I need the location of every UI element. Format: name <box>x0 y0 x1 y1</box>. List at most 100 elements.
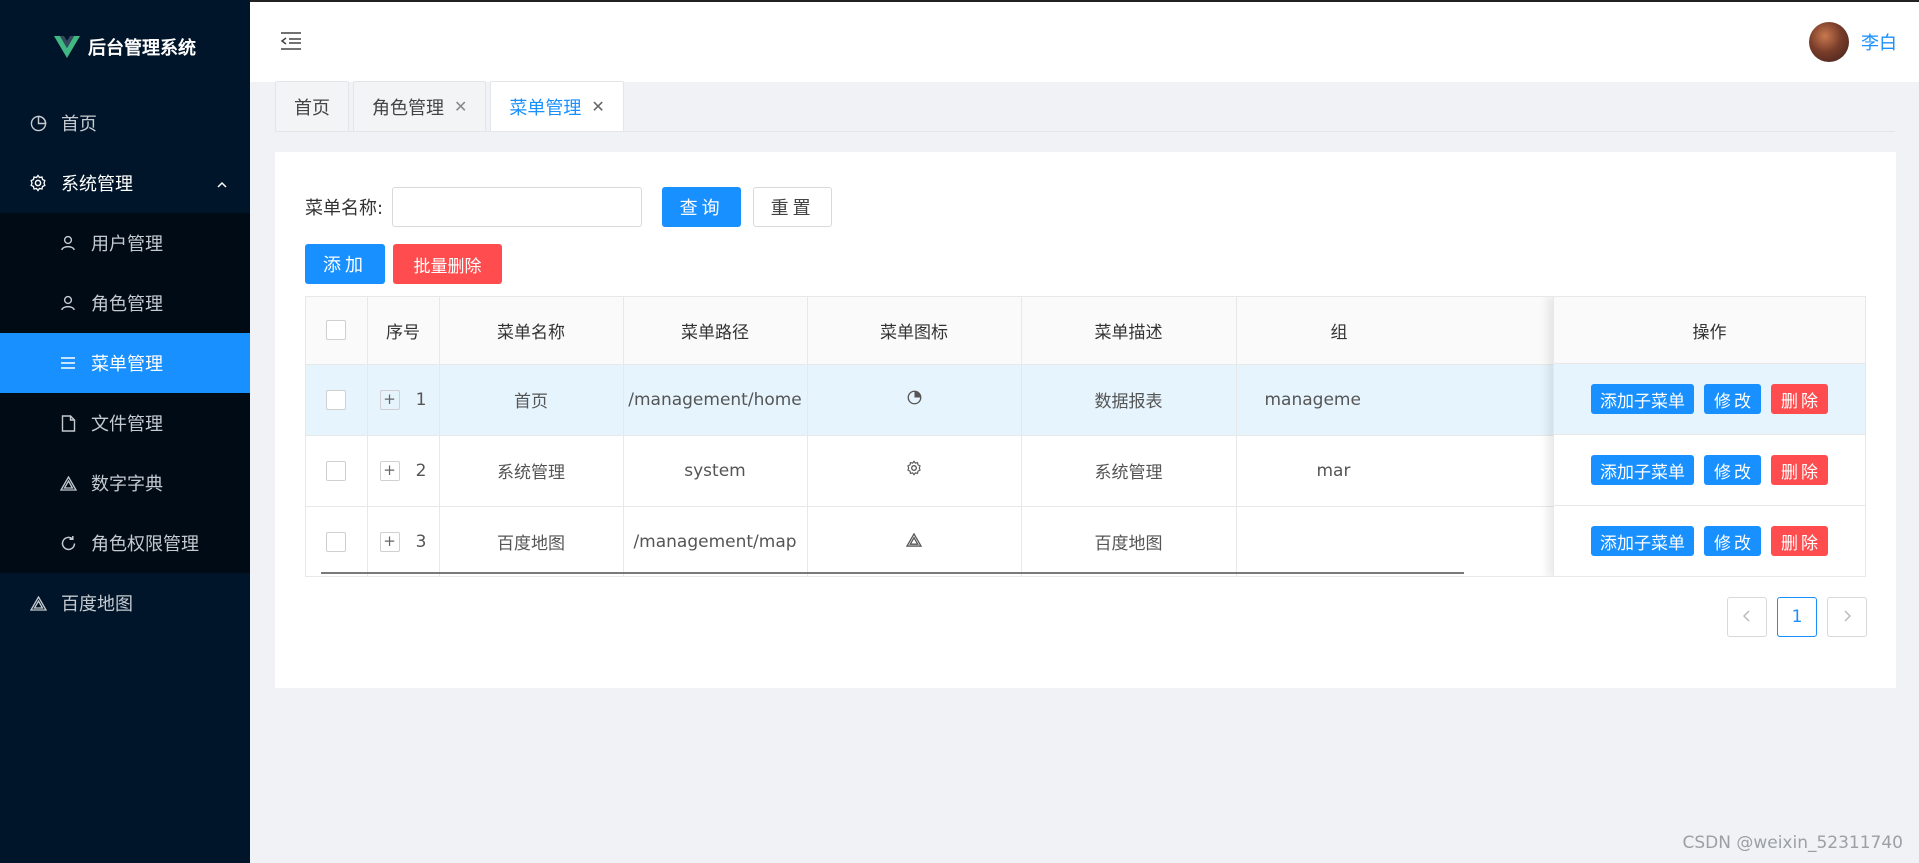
menu-icon <box>59 354 77 372</box>
menu-desc-cell: 数据报表 <box>1021 364 1237 436</box>
next-page-button[interactable] <box>1827 597 1867 637</box>
group-cell: mar <box>1236 435 1577 507</box>
row-actions: 添加子菜单 修改 删除 <box>1554 506 1865 576</box>
sidebar-item-label: 数字字典 <box>91 474 163 495</box>
username[interactable]: 李白 <box>1861 29 1897 55</box>
submenu-system: 用户管理 角色管理 菜单管理 文件管理 数字字典 角色权限管理 <box>0 213 250 573</box>
delete-button[interactable]: 删除 <box>1771 526 1828 556</box>
refresh-icon <box>59 534 77 552</box>
menu-name-cell: 首页 <box>439 364 624 436</box>
actions-column: 操作 添加子菜单 修改 删除 添加子菜单 修改 删除 添加子菜单 修改 删除 <box>1553 297 1865 576</box>
edit-button[interactable]: 修改 <box>1704 455 1761 485</box>
sidebar-item-baidu-map[interactable]: 百度地图 <box>0 573 250 633</box>
add-button[interactable]: 添加 <box>305 244 385 284</box>
table-row: +1 首页 /management/home 数据报表 manageme <box>306 364 1577 436</box>
column-header: 菜单图标 <box>807 297 1022 365</box>
search-label: 菜单名称: <box>305 198 384 219</box>
user-icon <box>59 234 77 252</box>
select-all-cell <box>306 297 368 365</box>
delete-button[interactable]: 删除 <box>1771 455 1828 485</box>
user-menu[interactable]: 李白 <box>1809 22 1897 62</box>
sidebar-item-label: 文件管理 <box>91 414 163 435</box>
expand-row-icon[interactable]: + <box>379 531 400 552</box>
avatar[interactable] <box>1809 22 1849 62</box>
row-actions: 添加子菜单 修改 删除 <box>1554 364 1865 435</box>
tab-home[interactable]: 首页 <box>275 81 349 131</box>
sidebar-item-label: 角色权限管理 <box>91 534 199 555</box>
row-checkbox[interactable] <box>326 531 347 552</box>
tab-roles[interactable]: 角色管理 ✕ <box>353 81 487 131</box>
column-header: 序号 <box>367 297 440 365</box>
sidebar-item-label: 首页 <box>61 114 97 135</box>
reset-button[interactable]: 重置 <box>753 187 833 227</box>
tab-label: 菜单管理 <box>509 97 582 119</box>
sidebar-item-roles[interactable]: 角色管理 <box>0 273 250 333</box>
tab-label: 角色管理 <box>372 97 444 119</box>
menu-table: 序号 菜单名称 菜单路径 菜单图标 菜单描述 组 +1 首页 /manageme… <box>305 296 1866 577</box>
close-icon[interactable]: ✕ <box>591 97 604 116</box>
sidebar-item-label: 系统管理 <box>61 174 133 195</box>
edit-button[interactable]: 修改 <box>1704 526 1761 556</box>
expand-row-icon[interactable]: + <box>379 389 400 410</box>
user-icon <box>59 294 77 312</box>
prev-page-button[interactable] <box>1727 597 1767 637</box>
table-row: +2 系统管理 system 系统管理 mar <box>306 435 1577 507</box>
menu-icon-cell <box>807 435 1022 507</box>
menu-name-cell: 系统管理 <box>439 435 624 507</box>
top-header <box>250 0 1919 82</box>
row-actions: 添加子菜单 修改 删除 <box>1554 435 1865 506</box>
action-bar: 添加 批量删除 <box>305 244 502 284</box>
menu-icon-cell <box>807 364 1022 436</box>
query-button[interactable]: 查询 <box>662 187 742 227</box>
page-number[interactable]: 1 <box>1777 597 1817 637</box>
watermark: CSDN @weixin_52311740 <box>1682 833 1903 853</box>
sidebar-item-menus[interactable]: 菜单管理 <box>0 333 250 393</box>
pagination: 1 <box>1727 597 1867 637</box>
horizontal-scrollbar[interactable] <box>321 572 1464 574</box>
chevron-up-icon <box>216 175 228 196</box>
select-all-checkbox[interactable] <box>326 320 347 341</box>
sidebar-item-system[interactable]: 系统管理 <box>0 153 250 213</box>
menu-path-cell: /management/map <box>623 506 808 576</box>
add-child-menu-button[interactable]: 添加子菜单 <box>1591 455 1694 485</box>
sidebar: 后台管理系统 首页 系统管理 用户管理 角色管理 菜单管理 文件管理 数字字典 … <box>0 0 250 863</box>
pie-chart-icon <box>907 390 922 410</box>
search-bar: 菜单名称: 查询 重置 <box>305 187 833 227</box>
menu-desc-cell: 百度地图 <box>1021 506 1237 576</box>
file-icon <box>59 414 77 432</box>
app-title: 后台管理系统 <box>88 37 196 59</box>
add-child-menu-button[interactable]: 添加子菜单 <box>1591 384 1694 414</box>
expand-row-icon[interactable]: + <box>379 460 400 481</box>
table-row: +3 百度地图 /management/map 百度地图 <box>306 506 1577 576</box>
tab-menus[interactable]: 菜单管理 ✕ <box>490 81 624 131</box>
sidebar-item-dictionary[interactable]: 数字字典 <box>0 453 250 513</box>
warning-triangle-icon <box>905 532 923 552</box>
menu-fold-icon[interactable] <box>280 31 302 56</box>
close-icon[interactable]: ✕ <box>454 97 467 116</box>
vue-logo-icon <box>54 35 80 58</box>
chevron-left-icon <box>1742 607 1752 627</box>
row-checkbox[interactable] <box>326 389 347 410</box>
tab-label: 首页 <box>294 97 330 119</box>
menu-name-input[interactable] <box>392 187 643 227</box>
sidebar-item-role-permissions[interactable]: 角色权限管理 <box>0 513 250 573</box>
column-header: 组 <box>1236 297 1577 365</box>
sidebar-item-users[interactable]: 用户管理 <box>0 213 250 273</box>
app-logo: 后台管理系统 <box>0 0 250 93</box>
batch-delete-button[interactable]: 批量删除 <box>393 244 502 284</box>
menu-path-cell: /management/home <box>623 364 808 436</box>
row-index: 2 <box>415 460 427 481</box>
add-child-menu-button[interactable]: 添加子菜单 <box>1591 526 1694 556</box>
sidebar-item-label: 百度地图 <box>61 594 133 615</box>
sidebar-item-files[interactable]: 文件管理 <box>0 393 250 453</box>
sidebar-item-label: 菜单管理 <box>91 354 163 375</box>
menu-name-cell: 百度地图 <box>439 506 624 576</box>
delete-button[interactable]: 删除 <box>1771 384 1828 414</box>
row-checkbox[interactable] <box>326 460 347 481</box>
gear-icon <box>906 460 922 481</box>
edit-button[interactable]: 修改 <box>1704 384 1761 414</box>
tab-bar: 首页 角色管理 ✕ 菜单管理 ✕ <box>275 81 1895 132</box>
sidebar-item-home[interactable]: 首页 <box>0 93 250 153</box>
row-index: 3 <box>415 531 427 552</box>
chevron-right-icon <box>1842 607 1852 627</box>
